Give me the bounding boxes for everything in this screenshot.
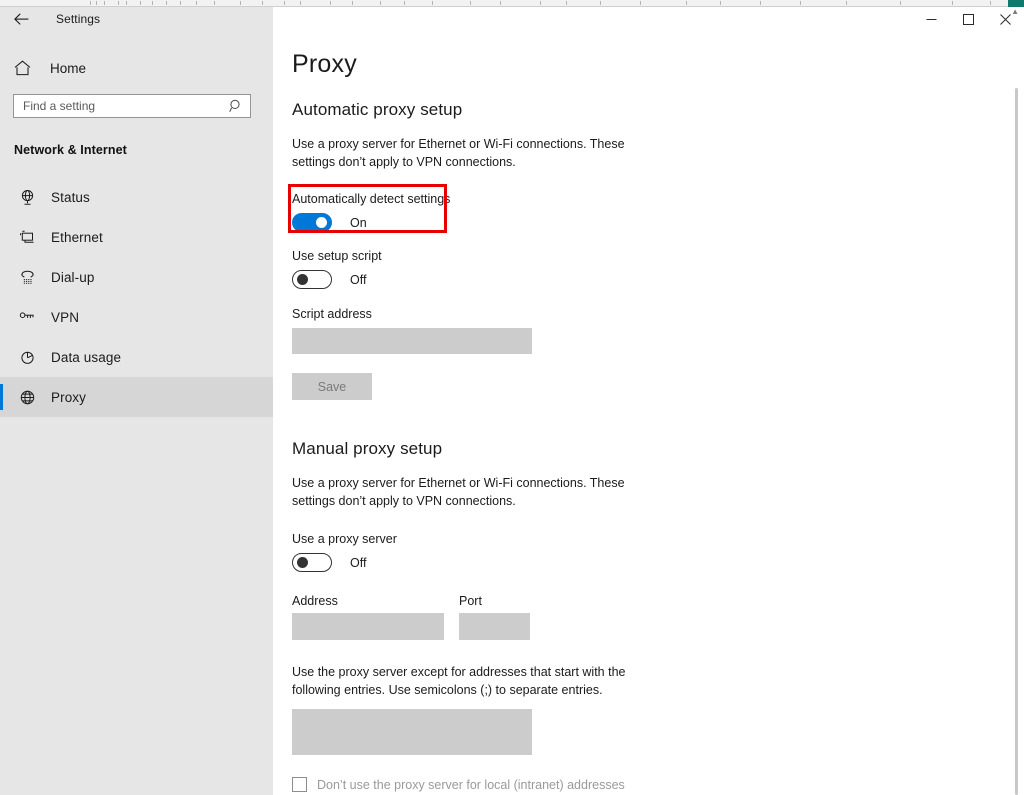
sidebar-item-proxy[interactable]: Proxy <box>0 377 273 417</box>
sidebar-item-label: Ethernet <box>51 229 103 245</box>
exceptions-description: Use the proxy server except for addresse… <box>292 665 626 697</box>
section-heading-manual: Manual proxy setup <box>292 439 443 458</box>
auto-detect-state: On <box>350 215 367 230</box>
sidebar-item-vpn[interactable]: VPN <box>0 297 273 337</box>
sidebar-group-title: Network & Internet <box>14 143 127 157</box>
use-proxy-label: Use a proxy server <box>292 532 397 546</box>
window-title: Settings <box>56 12 101 26</box>
settings-window: Settings Home Find a setting Network & I… <box>0 0 1024 795</box>
setup-script-label: Use setup script <box>292 249 382 263</box>
bypass-local-row[interactable]: Don’t use the proxy server for local (in… <box>292 777 1024 792</box>
address-port-row: Address Port <box>292 594 1024 640</box>
toggle-switch-off[interactable] <box>292 553 332 572</box>
main-content: Proxy Automatic proxy setup Use a proxy … <box>273 31 1024 795</box>
title-bar-left: Settings <box>0 7 273 31</box>
minimize-button[interactable] <box>913 7 950 31</box>
sidebar-item-ethernet[interactable]: Ethernet <box>0 217 273 257</box>
script-address-input[interactable] <box>292 328 532 354</box>
port-input[interactable] <box>459 613 530 640</box>
vpn-key-icon <box>14 309 40 326</box>
use-proxy-toggle[interactable]: Off <box>292 553 1024 572</box>
maximize-button[interactable] <box>950 7 987 31</box>
sidebar-item-label: VPN <box>51 309 80 325</box>
sidebar-item-dial-up[interactable]: Dial-up <box>0 257 273 297</box>
sidebar-item-label: Data usage <box>51 349 122 365</box>
bypass-local-label: Don’t use the proxy server for local (in… <box>317 777 625 792</box>
home-icon <box>14 60 40 76</box>
scrollbar-thumb[interactable] <box>1015 88 1018 795</box>
section-heading-automatic: Automatic proxy setup <box>292 100 463 119</box>
title-bar: Settings <box>0 7 1024 31</box>
toggle-switch-off[interactable] <box>292 270 332 289</box>
save-automatic-button[interactable]: Save <box>292 373 372 400</box>
window-controls <box>913 7 1024 31</box>
address-input[interactable] <box>292 613 444 640</box>
sidebar-item-label: Dial-up <box>51 269 95 285</box>
exceptions-textarea[interactable] <box>292 709 532 755</box>
sidebar-nav: Status Ethernet Dial-up VPN Data usage P… <box>0 177 273 417</box>
pie-chart-icon <box>14 349 40 366</box>
sidebar-item-home[interactable]: Home <box>0 53 273 83</box>
setup-script-toggle[interactable]: Off <box>292 270 1024 289</box>
scroll-up-caret-icon[interactable]: ▲ <box>1011 8 1019 16</box>
ethernet-icon <box>14 229 40 246</box>
automatic-description: Use a proxy server for Ethernet or Wi-Fi… <box>292 137 625 169</box>
content-scrollbar[interactable] <box>1013 88 1020 795</box>
auto-detect-toggle[interactable]: On <box>292 213 1024 232</box>
use-proxy-state: Off <box>350 555 367 570</box>
search-icon <box>229 99 243 118</box>
search-box[interactable] <box>13 94 251 118</box>
port-label: Port <box>459 594 482 608</box>
sidebar-item-data-usage[interactable]: Data usage <box>0 337 273 377</box>
toggle-switch-on[interactable] <box>292 213 332 232</box>
setup-script-state: Off <box>350 272 367 287</box>
auto-detect-label: Automatically detect settings <box>292 192 451 206</box>
sidebar-item-label: Proxy <box>51 389 87 405</box>
back-button[interactable] <box>0 7 42 31</box>
bypass-local-checkbox[interactable] <box>292 777 307 792</box>
page-title: Proxy <box>292 50 357 78</box>
search-input[interactable] <box>14 95 250 117</box>
sidebar-home-label: Home <box>50 60 87 76</box>
sidebar: Home Network & Internet <box>0 31 273 795</box>
globe-monitor-icon <box>14 189 40 206</box>
dialup-phone-icon <box>14 269 40 286</box>
sidebar-item-status[interactable]: Status <box>0 177 273 217</box>
manual-description: Use a proxy server for Ethernet or Wi-Fi… <box>292 476 625 508</box>
address-label: Address <box>292 594 338 608</box>
globe-icon <box>14 389 40 406</box>
sidebar-item-label: Status <box>51 189 90 205</box>
script-address-label: Script address <box>292 307 372 321</box>
background-window-sliver <box>0 0 1024 7</box>
